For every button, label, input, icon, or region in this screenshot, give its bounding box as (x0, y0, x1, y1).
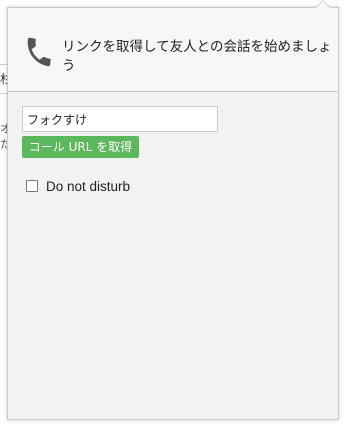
popup-panel: リンクを取得して友人との会話を始めましょう コール URL を取得 Do not… (7, 7, 339, 420)
popup-header: リンクを取得して友人との会話を始めましょう (8, 8, 338, 92)
phone-icon (27, 37, 51, 67)
do-not-disturb-checkbox[interactable] (26, 180, 38, 192)
header-message: リンクを取得して友人との会話を始めましょう (62, 39, 332, 74)
popup-arrow-fill (316, 1, 330, 8)
do-not-disturb-label[interactable]: Do not disturb (46, 179, 130, 194)
get-call-url-button[interactable]: コール URL を取得 (22, 136, 139, 158)
link-name-input[interactable] (22, 106, 218, 132)
do-not-disturb-row[interactable]: Do not disturb (26, 178, 130, 194)
